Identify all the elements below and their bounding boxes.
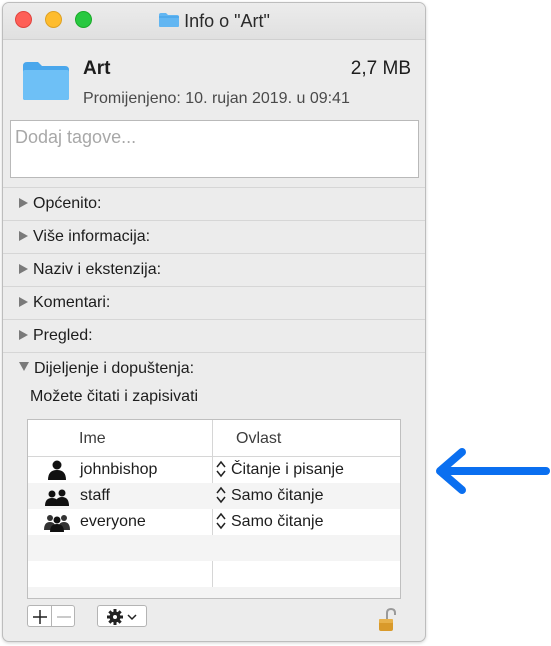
permission-summary: Možete čitati i zapisivati: [30, 388, 199, 405]
table-row[interactable]: everyone Samo čitanje: [28, 509, 400, 535]
section-preview[interactable]: Pregled:: [3, 319, 425, 352]
section-name-extension[interactable]: Naziv i ekstenzija:: [3, 253, 425, 286]
column-header-name[interactable]: Ime: [79, 430, 106, 448]
minus-icon: [57, 616, 71, 618]
disclosure-triangle-icon[interactable]: [19, 330, 28, 340]
empty-row: [28, 561, 400, 587]
plus-icon: [33, 610, 47, 624]
user-name: everyone: [80, 513, 146, 530]
add-user-button[interactable]: [27, 605, 51, 627]
window-title: Info o "Art": [184, 11, 270, 31]
updown-stepper-icon[interactable]: [216, 486, 226, 504]
info-sections: Općenito: Više informacija: Naziv i ekst…: [3, 187, 425, 385]
updown-stepper-icon[interactable]: [216, 460, 226, 478]
disclosure-triangle-open-icon[interactable]: [19, 362, 29, 371]
single-user-icon: [44, 460, 70, 480]
everyone-users-icon: [44, 512, 70, 532]
disclosure-triangle-icon[interactable]: [19, 264, 28, 274]
section-general[interactable]: Općenito:: [3, 187, 425, 220]
section-more-info[interactable]: Više informacija:: [3, 220, 425, 253]
folder-icon: [158, 12, 180, 28]
pointer-arrow-icon: [430, 446, 550, 496]
file-modified: Promijenjeno: 10. rujan 2019. u 09:41: [83, 90, 350, 107]
file-name: Art: [83, 58, 111, 79]
privilege-value[interactable]: Čitanje i pisanje: [231, 461, 344, 479]
info-window: Info o "Art" Art 2,7 MB Promijenjeno: 10…: [2, 2, 426, 642]
action-menu-button[interactable]: [97, 605, 147, 627]
window-title-group: Info o "Art": [3, 11, 425, 32]
section-comments[interactable]: Komentari:: [3, 286, 425, 319]
table-header: Ime Ovlast: [28, 420, 400, 457]
user-name: johnbishop: [80, 461, 158, 478]
folder-icon-large: [21, 60, 71, 102]
section-sharing-permissions[interactable]: Dijeljenje i dopuštenja:: [3, 352, 425, 385]
gear-icon: [107, 609, 137, 625]
tags-field[interactable]: [10, 120, 419, 178]
title-bar: Info o "Art": [3, 3, 425, 40]
table-row[interactable]: staff Samo čitanje: [28, 483, 400, 509]
lock-icon[interactable]: [377, 607, 399, 633]
empty-row: [28, 587, 400, 598]
file-header: Art 2,7 MB Promijenjeno: 10. rujan 2019.…: [3, 40, 425, 116]
disclosure-triangle-icon[interactable]: [19, 297, 28, 307]
table-row[interactable]: johnbishop Čitanje i pisanje: [28, 457, 400, 483]
empty-row: [28, 535, 400, 561]
permissions-table: Ime Ovlast johnbishop Čitanje i pisanje …: [27, 419, 401, 599]
file-size: 2,7 MB: [350, 58, 411, 79]
disclosure-triangle-icon[interactable]: [19, 231, 28, 241]
user-name: staff: [80, 487, 110, 504]
remove-user-button[interactable]: [51, 605, 75, 627]
column-header-privilege[interactable]: Ovlast: [236, 430, 281, 448]
disclosure-triangle-icon[interactable]: [19, 198, 28, 208]
updown-stepper-icon[interactable]: [216, 512, 226, 530]
tags-input[interactable]: [11, 121, 409, 154]
group-users-icon: [44, 486, 70, 506]
privilege-value[interactable]: Samo čitanje: [231, 487, 324, 505]
privilege-value[interactable]: Samo čitanje: [231, 513, 324, 531]
